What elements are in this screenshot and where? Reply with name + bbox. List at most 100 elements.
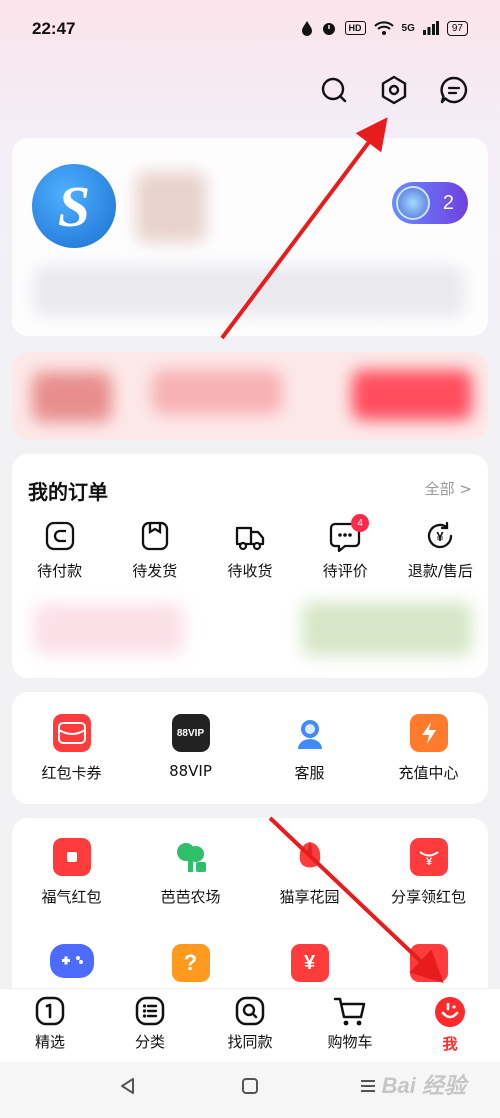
orders-all-link[interactable]: 全部 > (425, 478, 472, 499)
tab-label: 精选 (34, 1033, 65, 1051)
game-controller-entry[interactable] (12, 944, 131, 982)
calendar-icon (409, 944, 448, 982)
service-recharge-center[interactable]: 充值中心 (369, 714, 488, 783)
back-triangle-icon[interactable] (118, 1076, 138, 1096)
game-question-house-entry[interactable]: ? (131, 944, 250, 982)
tab-cart[interactable]: 购物车 (300, 989, 400, 1062)
order-label: 待评价 (322, 562, 368, 580)
service-label: 红包卡券 (41, 764, 102, 782)
cart-icon (333, 997, 366, 1026)
order-recommend-blurred-right (302, 602, 472, 656)
wifi-icon (373, 21, 394, 35)
service-red-packet-coupon[interactable]: 红包卡券 (12, 714, 131, 783)
game-share-red-packet[interactable]: ¥ 分享领红包 (369, 838, 488, 907)
88vip-icon-text: 88VIP (176, 727, 205, 739)
orders-status-row: 待付款 待发货 待收货 4 待评价 ¥ 退款/售后 (12, 514, 488, 581)
status-bar: 22:47 HD 5G 97 (0, 0, 500, 60)
question-mark-text: ? (183, 950, 198, 975)
yuan-red-icon: ¥ (290, 944, 329, 982)
tab-find-same[interactable]: 找同款 (200, 989, 300, 1062)
order-pending-payment[interactable]: 待付款 (12, 520, 107, 581)
games-card: 福气红包 芭芭农场 猫享花园 ¥ 分享领红包 ? ¥ (12, 818, 488, 1008)
yuan-icon-text: ¥ (303, 951, 316, 974)
tab-label: 购物车 (327, 1033, 373, 1051)
status-time: 22:47 (32, 19, 76, 38)
network-label: 5G (401, 22, 415, 34)
garden-flower-icon (290, 838, 329, 876)
promo-blur-right (352, 370, 472, 420)
game-label: 福气红包 (41, 888, 102, 906)
alarm-icon (322, 23, 335, 35)
promo-blur-left (32, 372, 112, 422)
drop-icon (301, 21, 312, 36)
signal-icon (422, 21, 439, 35)
truck-icon (235, 526, 265, 551)
service-label: 88VIP (169, 762, 212, 780)
game-label: 芭芭农场 (160, 888, 221, 906)
orders-card: 我的订单 全部 > 待付款 待发货 待收货 4 待评价 ¥ 退款/售后 (12, 454, 488, 678)
recharge-lightning-icon (409, 714, 448, 752)
share-red-packet-icon: ¥ (409, 838, 448, 876)
services-row: 红包卡券 88VIP 88VIP 客服 充值中心 (12, 714, 488, 783)
watermark: Bai 经验 (381, 1073, 466, 1098)
profile-card: S 2 (12, 138, 488, 336)
status-icons: HD 5G 97 (301, 20, 468, 36)
red-packet-coupon-icon (52, 714, 91, 752)
refund-icon: ¥ (428, 521, 453, 549)
game-lucky-red-packet[interactable]: 福气红包 (12, 838, 131, 907)
search-icon[interactable] (316, 72, 352, 108)
hd-icon: HD (344, 21, 366, 35)
order-label: 待付款 (37, 562, 83, 580)
order-pending-review[interactable]: 4 待评价 (298, 514, 393, 581)
order-pending-shipment[interactable]: 待发货 (107, 520, 202, 581)
tab-me[interactable]: 我 (400, 989, 500, 1062)
order-label: 待收货 (227, 562, 273, 580)
home-square-icon[interactable] (240, 1076, 260, 1096)
top-actions (316, 72, 472, 108)
tab-featured[interactable]: 精选 (0, 989, 100, 1062)
promo-blur-mid (152, 370, 282, 414)
me-face-icon (435, 997, 465, 1027)
game-baba-farm[interactable]: 芭芭农场 (131, 838, 250, 907)
vip-coin-icon (396, 186, 430, 220)
game-yuan-entry[interactable]: ¥ (250, 944, 369, 982)
avatar[interactable]: S (32, 164, 116, 248)
question-house-icon: ? (171, 944, 210, 982)
game-label: 分享领红包 (390, 888, 466, 906)
game-calendar-entry[interactable] (369, 944, 488, 982)
baba-farm-tree-icon (171, 838, 210, 876)
tab-label: 分类 (134, 1033, 165, 1051)
games-row-1: 福气红包 芭芭农场 猫享花园 ¥ 分享领红包 (12, 838, 488, 907)
service-label: 客服 (294, 764, 325, 782)
game-controller-icon (49, 944, 94, 978)
stats-blurred (34, 266, 464, 316)
service-customer-service[interactable]: 客服 (250, 714, 369, 783)
order-recommend-blurred (34, 604, 184, 654)
message-icon[interactable] (436, 72, 472, 108)
service-label: 充值中心 (398, 764, 459, 782)
package-icon (141, 521, 168, 551)
order-label: 退款/售后 (407, 562, 473, 580)
review-count-badge: 4 (351, 514, 370, 532)
88vip-icon: 88VIP (171, 714, 210, 752)
game-label: 猫享花园 (279, 888, 340, 906)
bottom-tab-bar: 精选 分类 找同款 购物车 我 (0, 988, 500, 1062)
tab-label: 我 (442, 1035, 458, 1053)
lucky-red-packet-icon (52, 838, 91, 876)
service-88vip[interactable]: 88VIP 88VIP (131, 714, 250, 783)
recents-menu-icon[interactable] (358, 1076, 378, 1096)
customer-service-icon (290, 714, 329, 752)
svg-text:¥: ¥ (437, 529, 445, 544)
vip-level-badge[interactable]: 2 (392, 182, 468, 224)
games-row-2: ? ¥ (12, 944, 488, 982)
username-blurred (136, 172, 206, 242)
svg-text:¥: ¥ (425, 856, 432, 868)
services-card: 红包卡券 88VIP 88VIP 客服 充值中心 (12, 692, 488, 804)
tab-category[interactable]: 分类 (100, 989, 200, 1062)
promo-banner[interactable] (12, 352, 488, 440)
order-pending-receipt[interactable]: 待收货 (202, 520, 297, 581)
game-garden[interactable]: 猫享花园 (250, 838, 369, 907)
settings-gear-icon[interactable] (376, 72, 412, 108)
order-refund-aftersale[interactable]: ¥ 退款/售后 (393, 520, 488, 581)
tab-label: 找同款 (227, 1033, 273, 1051)
